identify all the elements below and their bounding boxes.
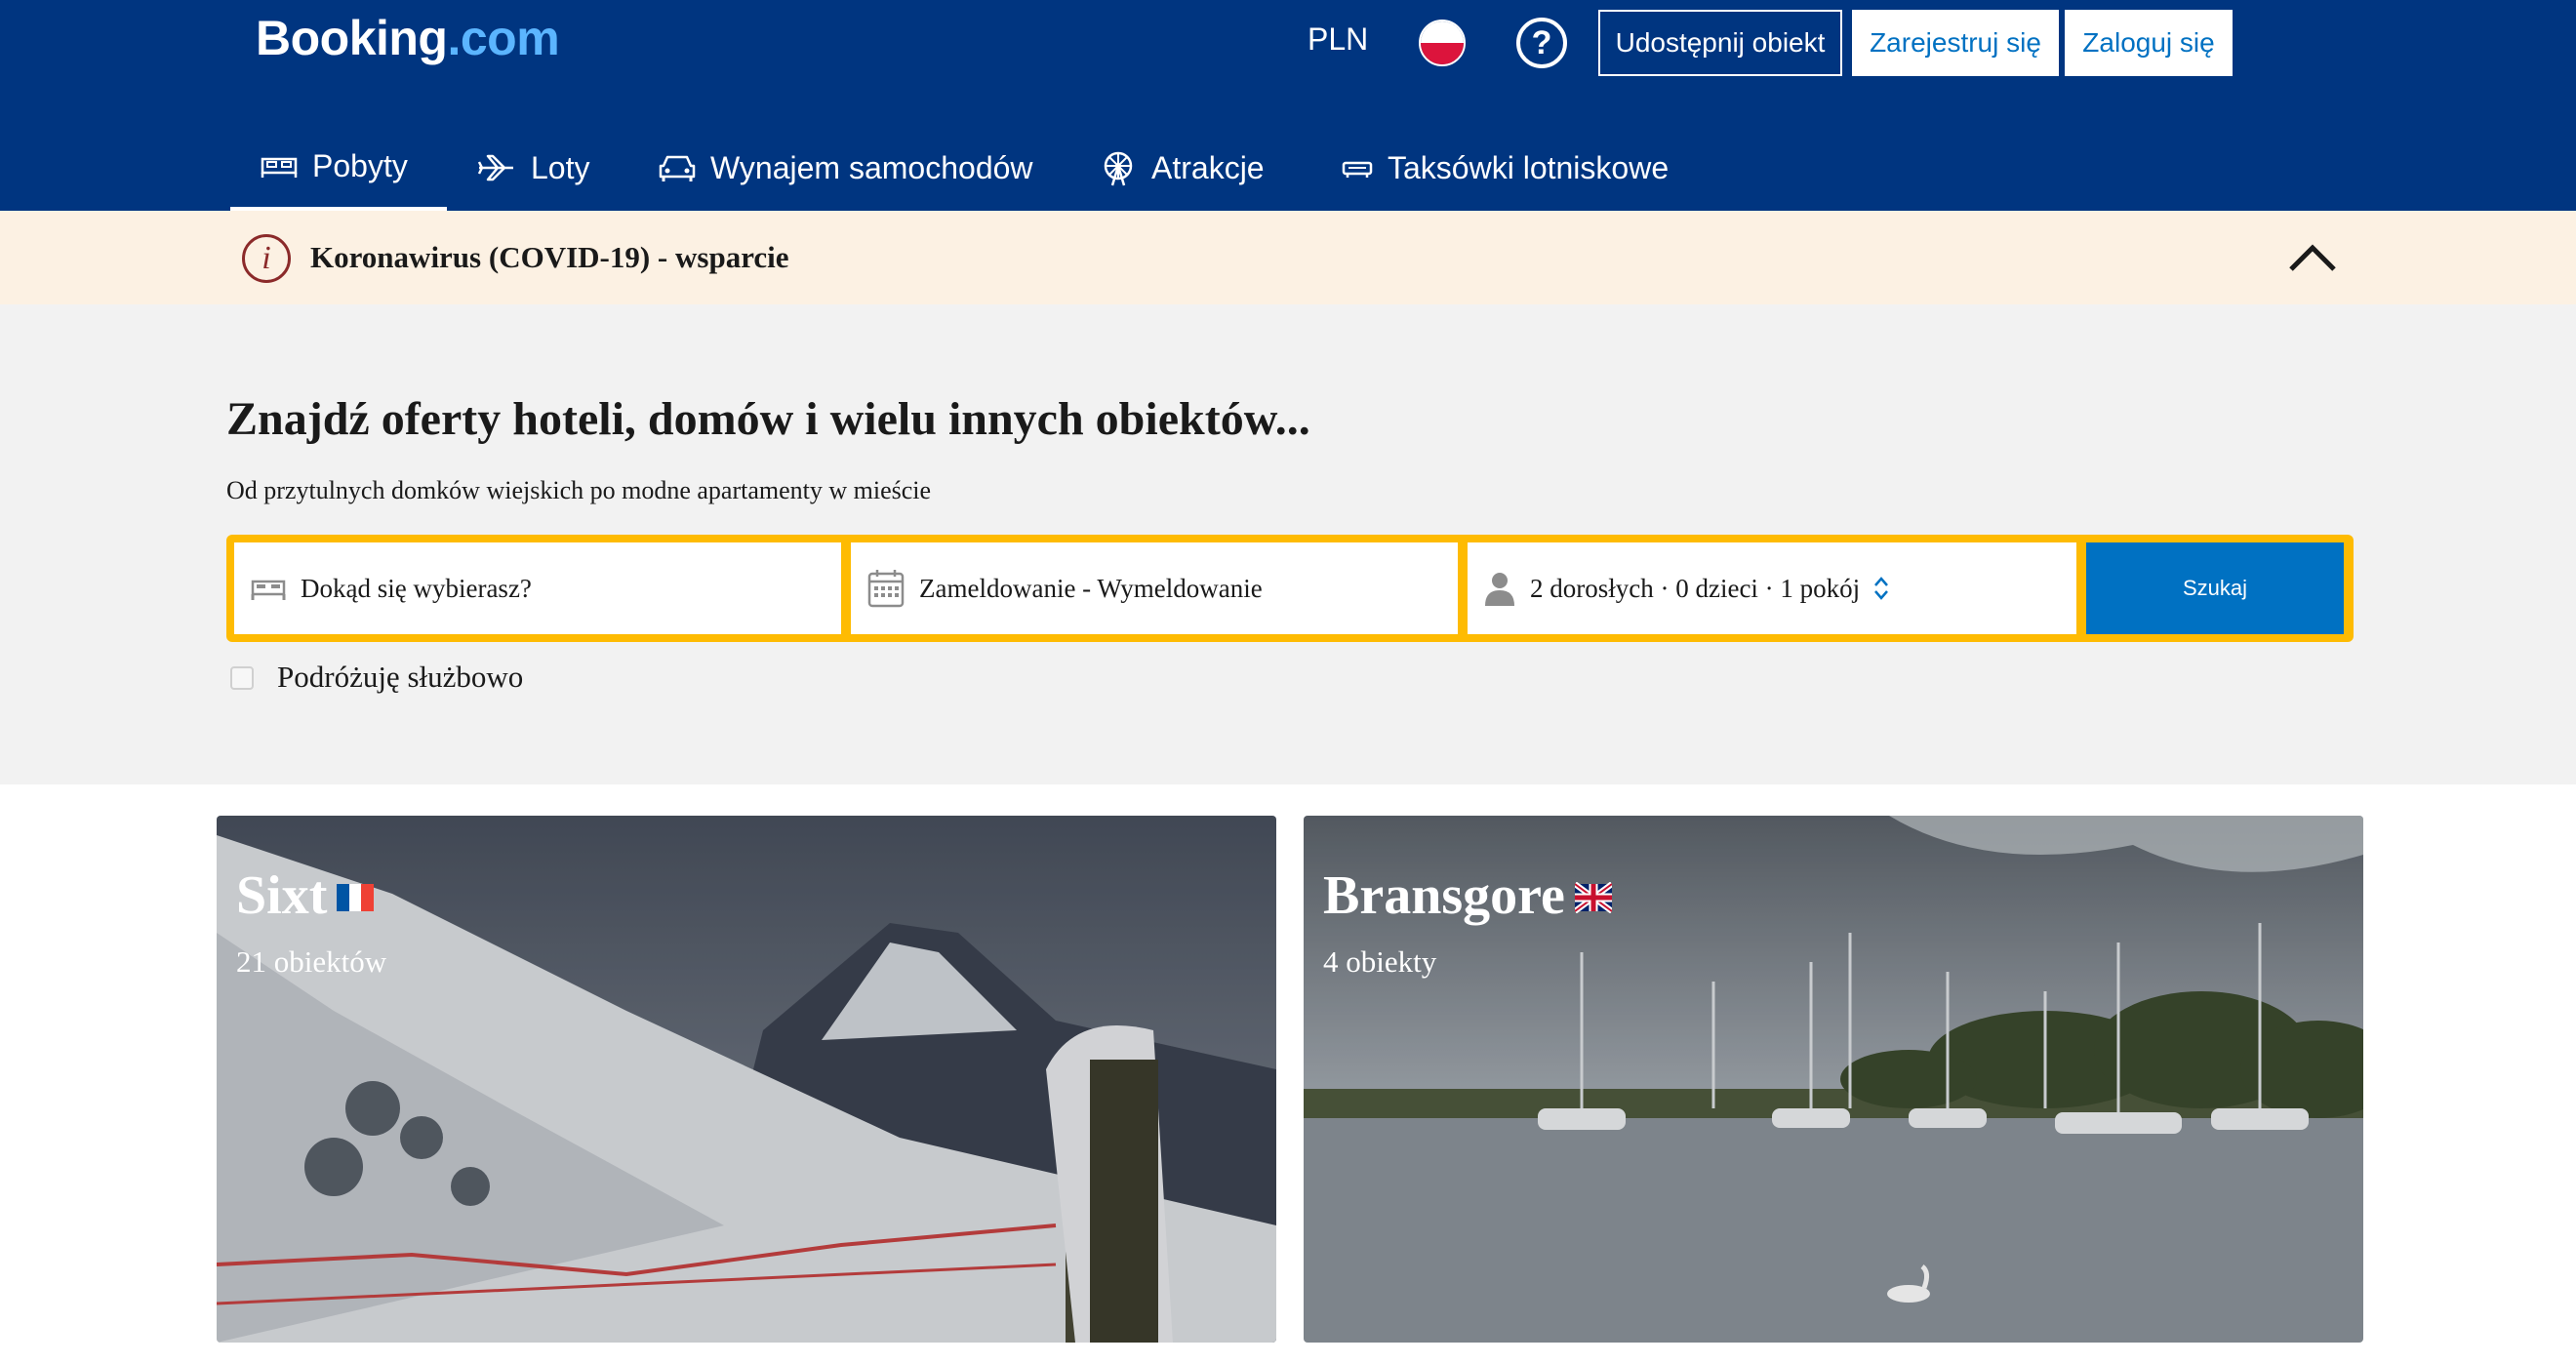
france-flag-icon	[337, 864, 375, 927]
destination-card-sixt[interactable]: Sixt 21 obiektów	[217, 816, 1276, 1343]
tab-airport-taxis[interactable]: Taksówki lotniskowe	[1341, 125, 1669, 211]
plane-icon	[477, 154, 513, 181]
tab-flights[interactable]: Loty	[476, 125, 589, 211]
destination-placeholder: Dokąd się wybierasz?	[301, 573, 532, 603]
calendar-icon	[867, 570, 905, 608]
person-icon	[1485, 573, 1514, 606]
logo-suffix-text: .com	[447, 11, 560, 65]
list-property-button[interactable]: Udostępnij obiekt	[1598, 10, 1842, 76]
destination-name: Sixt	[236, 864, 375, 927]
covid-banner[interactable]: i Koronawirus (COVID-19) - wsparcie	[0, 211, 2576, 304]
info-icon: i	[242, 234, 291, 283]
taxi-icon	[1342, 161, 1373, 178]
top-header: Booking.com PLN ? Udostępnij obiekt Zare…	[0, 0, 2576, 211]
destination-card-bransgore[interactable]: Bransgore 4 obiekty	[1304, 816, 2363, 1343]
chevron-up-icon[interactable]	[2287, 242, 2338, 273]
car-icon	[659, 155, 696, 181]
currency-selector[interactable]: PLN	[1308, 21, 1368, 58]
logo-main-text: Booking	[256, 11, 448, 65]
dates-placeholder: Zameldowanie - Wymeldowanie	[919, 573, 1263, 603]
tab-car-rental[interactable]: Wynajem samochodów	[658, 125, 1033, 211]
property-count: 21 obiektów	[236, 944, 387, 979]
snowy-mountain-image	[217, 816, 1276, 1343]
poland-flag-icon[interactable]	[1419, 20, 1466, 66]
search-button[interactable]: Szukaj	[2086, 542, 2344, 634]
help-icon[interactable]: ?	[1516, 18, 1567, 68]
dates-input[interactable]: Zameldowanie - Wymeldowanie	[851, 542, 1458, 634]
booking-logo[interactable]: Booking.com	[256, 10, 560, 66]
login-button[interactable]: Zaloguj się	[2065, 10, 2233, 76]
tab-airport-taxis-label: Taksówki lotniskowe	[1388, 149, 1670, 185]
property-count: 4 obiekty	[1323, 944, 1437, 979]
tab-stays[interactable]: Pobyty	[230, 125, 447, 211]
tab-attractions-label: Atrakcje	[1151, 149, 1265, 185]
business-travel-label[interactable]: Podróżuję służbowo	[277, 660, 523, 695]
destination-name-text: Sixt	[236, 865, 328, 926]
sort-arrows-icon	[1874, 577, 1889, 600]
search-bar: Dokąd się wybierasz? Zameldowanie - Wyme…	[226, 535, 2354, 642]
destination-name: Bransgore	[1323, 864, 1614, 927]
bed-icon	[261, 157, 298, 178]
ferris-wheel-icon	[1104, 151, 1133, 186]
bed-icon	[251, 580, 286, 600]
destination-name-text: Bransgore	[1323, 865, 1565, 926]
tab-flights-label: Loty	[531, 149, 590, 185]
destination-input[interactable]: Dokąd się wybierasz?	[234, 542, 841, 634]
page-title: Znajdź oferty hoteli, domów i wielu inny…	[226, 393, 1310, 445]
tab-car-rental-label: Wynajem samochodów	[710, 149, 1033, 185]
page-subtitle: Od przytulnych domków wiejskich po modne…	[226, 476, 932, 504]
uk-flag-icon	[1573, 864, 1614, 927]
register-button[interactable]: Zarejestruj się	[1852, 10, 2059, 76]
covid-banner-text[interactable]: Koronawirus (COVID-19) - wsparcie	[310, 240, 789, 275]
guests-selector[interactable]: 2 dorosłych · 0 dzieci · 1 pokój	[1468, 542, 2076, 634]
business-travel-checkbox[interactable]	[230, 666, 254, 690]
tab-attractions[interactable]: Atrakcje	[1099, 125, 1265, 211]
guests-value: 2 dorosłych · 0 dzieci · 1 pokój	[1530, 573, 1861, 603]
tab-stays-label: Pobyty	[312, 147, 408, 183]
